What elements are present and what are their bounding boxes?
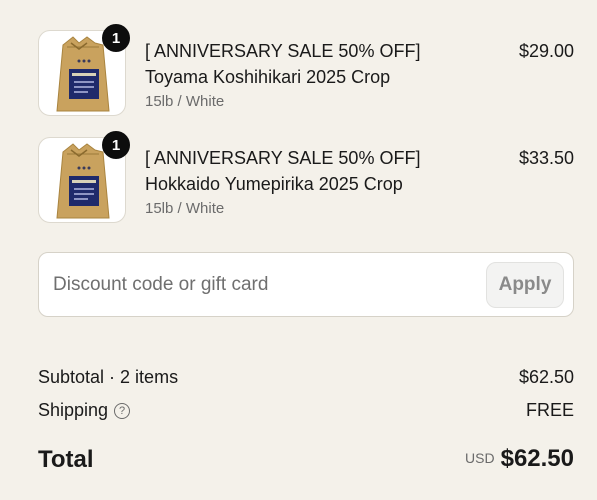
line-item: 1 [ ANNIVERSARY SALE 50% OFF] Hokkaido Y… (38, 131, 574, 225)
currency-code: USD (465, 450, 495, 466)
quantity-badge: 1 (102, 131, 130, 159)
shipping-label-group: Shipping? (38, 398, 131, 422)
subtotal-label: Subtotal · 2 items (38, 367, 179, 387)
shipping-row: Shipping? FREE (38, 398, 574, 422)
total-value: $62.50 (500, 445, 574, 472)
item-title-name: Toyama Koshihikari 2025 Crop (145, 67, 391, 87)
discount-code-input[interactable] (39, 253, 479, 316)
item-price: $29.00 (518, 41, 574, 61)
apply-discount-button[interactable]: Apply (486, 262, 564, 308)
item-variant: 15lb / White (145, 200, 225, 217)
total-label: Total (38, 446, 94, 473)
question-circle-icon[interactable]: ? (114, 403, 131, 419)
total-amount-group: USD $62.50 (465, 443, 574, 475)
discount-code-form: Apply (38, 252, 574, 317)
item-details: [ ANNIVERSARY SALE 50% OFF] Toyama Koshi… (145, 38, 485, 113)
item-variant: 15lb / White (145, 93, 225, 110)
item-title-name: Hokkaido Yumepirika 2025 Crop (145, 174, 403, 194)
item-details: [ ANNIVERSARY SALE 50% OFF] Hokkaido Yum… (145, 145, 485, 220)
quantity-badge: 1 (102, 24, 130, 52)
shipping-value: FREE (525, 400, 574, 420)
line-item: 1 [ ANNIVERSARY SALE 50% OFF] Toyama Kos… (38, 24, 574, 118)
subtotal-value: $62.50 (518, 367, 574, 387)
shipping-label: Shipping (38, 400, 109, 420)
item-title-promo: [ ANNIVERSARY SALE 50% OFF] (145, 148, 421, 168)
subtotal-row: Subtotal · 2 items $62.50 (38, 365, 574, 389)
item-price: $33.50 (518, 148, 574, 168)
total-row: Total USD $62.50 (38, 443, 574, 477)
item-title-promo: [ ANNIVERSARY SALE 50% OFF] (145, 41, 421, 61)
